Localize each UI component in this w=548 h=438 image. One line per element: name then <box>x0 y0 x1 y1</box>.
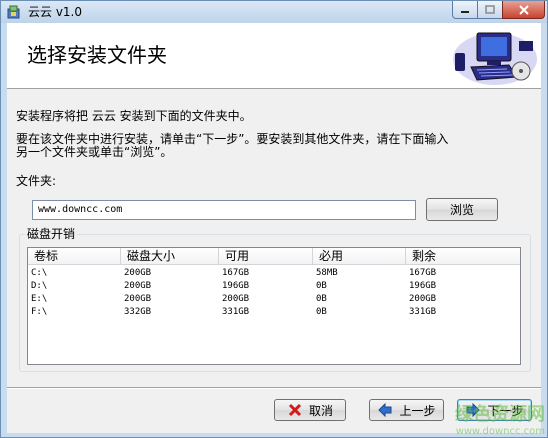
column-header-disk-size[interactable]: 磁盘大小 <box>121 248 219 265</box>
table-cell: C:\ <box>31 268 48 278</box>
cancel-icon <box>288 403 302 417</box>
table-cell: 0B <box>316 294 327 304</box>
minimize-button[interactable] <box>452 1 478 19</box>
table-cell: E:\ <box>31 294 48 304</box>
table-row[interactable]: D:\ 200GB 196GB 0B 196GB <box>28 280 520 293</box>
table-cell: 331GB <box>409 307 437 317</box>
footer-divider <box>7 387 541 389</box>
table-cell: 167GB <box>222 268 250 278</box>
instruction-text: 要在该文件夹中进行安装，请单击“下一步”。要安装到其他文件夹，请在下面输入 另一… <box>16 132 449 159</box>
folder-label: 文件夹: <box>16 174 57 188</box>
browse-button-label: 浏览 <box>449 203 474 217</box>
title-bar[interactable]: 云云 v1.0 <box>1 1 547 23</box>
table-cell: 200GB <box>124 268 152 278</box>
table-cell: 0B <box>316 281 327 291</box>
watermark-text: 绿色资源网 <box>455 404 545 425</box>
watermark-url: www.downcc.com <box>455 426 545 437</box>
folder-path-input[interactable]: www.downcc.com <box>32 200 416 220</box>
table-cell: 200GB <box>409 294 437 304</box>
cancel-button[interactable]: 取消 <box>274 399 346 421</box>
table-cell: 200GB <box>222 294 250 304</box>
app-icon <box>7 5 20 19</box>
dialog-client: 选择安装文件夹 安装程序将把 云云 安装到下面的文件夹中。 要在该文件夹中进行安… <box>7 23 545 437</box>
header-banner: 选择安装文件夹 <box>7 23 541 89</box>
page-title: 选择安装文件夹 <box>27 43 167 67</box>
table-cell: 200GB <box>124 281 152 291</box>
maximize-button[interactable] <box>477 1 503 19</box>
arrow-left-icon <box>378 403 392 417</box>
table-cell: 167GB <box>409 268 437 278</box>
table-cell: 200GB <box>124 294 152 304</box>
disk-cost-group: 磁盘开销 卷标 磁盘大小 可用 必用 剩余 C:\ 200GB 167GB 58MB 1… <box>19 227 531 372</box>
table-cell: 0B <box>316 307 327 317</box>
table-cell: 196GB <box>409 281 437 291</box>
table-cell: 58MB <box>316 268 338 278</box>
column-header-remaining[interactable]: 剩余 <box>406 248 520 265</box>
close-icon <box>518 4 529 15</box>
intro-text: 安装程序将把 云云 安装到下面的文件夹中。 <box>16 109 252 123</box>
maximize-icon <box>485 5 495 14</box>
table-row[interactable]: E:\ 200GB 200GB 0B 200GB <box>28 293 520 306</box>
disk-cost-label: 磁盘开销 <box>25 227 78 241</box>
table-cell: 332GB <box>124 307 152 317</box>
column-header-required[interactable]: 必用 <box>313 248 406 265</box>
column-header-volume[interactable]: 卷标 <box>28 248 121 265</box>
computer-icon <box>453 32 537 85</box>
window-title: 云云 v1.0 <box>28 5 83 19</box>
table-cell: D:\ <box>31 281 48 291</box>
installer-window: 云云 v1.0 选择安装文件夹 安装程序将把 云云 安装到下面的文件夹中。 要在… <box>0 0 548 438</box>
table-cell: 331GB <box>222 307 250 317</box>
close-button[interactable] <box>502 1 545 19</box>
cancel-button-label: 取消 <box>308 403 333 418</box>
disk-cost-list[interactable]: 卷标 磁盘大小 可用 必用 剩余 C:\ 200GB 167GB 58MB 167GB D… <box>27 247 521 365</box>
table-cell: F:\ <box>31 307 48 317</box>
table-row[interactable]: F:\ 332GB 331GB 0B 331GB <box>28 306 520 319</box>
list-header: 卷标 磁盘大小 可用 必用 剩余 <box>28 248 520 265</box>
column-header-available[interactable]: 可用 <box>219 248 313 265</box>
table-row[interactable]: C:\ 200GB 167GB 58MB 167GB <box>28 267 520 280</box>
browse-button[interactable]: 浏览 <box>426 198 498 221</box>
table-cell: 196GB <box>222 281 250 291</box>
minimize-icon <box>461 10 469 13</box>
